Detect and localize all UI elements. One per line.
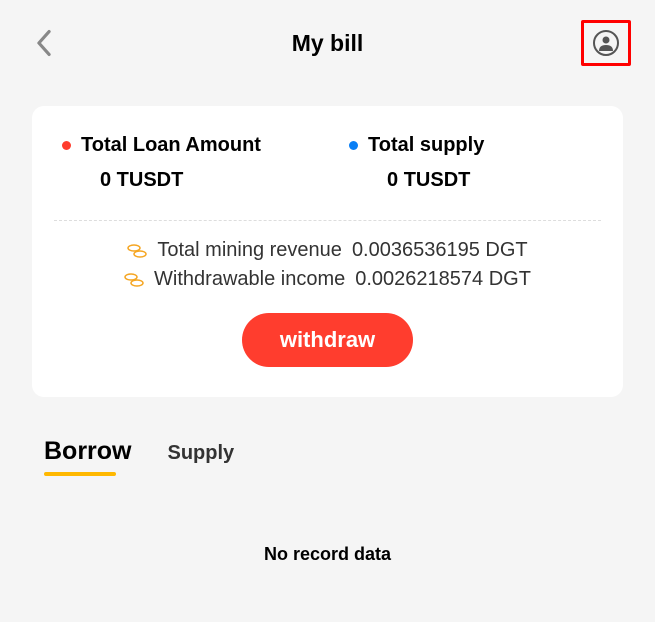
- back-button[interactable]: [36, 29, 52, 57]
- coins-icon: [124, 271, 144, 289]
- withdrawable-income-row: Withdrawable income 0.0026218574 DGT: [124, 268, 531, 291]
- chevron-left-icon: [36, 29, 52, 57]
- tab-borrow[interactable]: Borrow: [44, 437, 132, 474]
- mining-revenue-row: Total mining revenue 0.0036536195 DGT: [127, 239, 527, 262]
- loan-label: Total Loan Amount: [81, 134, 261, 157]
- mining-revenue-label: Total mining revenue: [157, 239, 342, 262]
- no-record-text: No record data: [0, 544, 655, 565]
- mining-revenue-value: 0.0036536195 DGT: [352, 239, 528, 262]
- profile-button[interactable]: [581, 20, 631, 66]
- supply-value: 0 TUSDT: [349, 169, 593, 192]
- supply-stat: Total supply 0 TUSDT: [349, 134, 593, 192]
- withdraw-button[interactable]: withdraw: [242, 313, 413, 367]
- withdrawable-income-label: Withdrawable income: [154, 268, 345, 291]
- divider: [54, 220, 601, 221]
- coins-icon: [127, 242, 147, 260]
- profile-icon: [593, 30, 619, 56]
- withdrawable-income-value: 0.0026218574 DGT: [355, 268, 531, 291]
- bill-card: Total Loan Amount 0 TUSDT Total supply 0…: [32, 106, 623, 397]
- page-title: My bill: [292, 30, 364, 57]
- supply-label: Total supply: [368, 134, 484, 157]
- dot-blue-icon: [349, 141, 358, 150]
- dot-red-icon: [62, 141, 71, 150]
- loan-stat: Total Loan Amount 0 TUSDT: [62, 134, 349, 192]
- loan-value: 0 TUSDT: [62, 169, 349, 192]
- tab-supply[interactable]: Supply: [168, 442, 235, 473]
